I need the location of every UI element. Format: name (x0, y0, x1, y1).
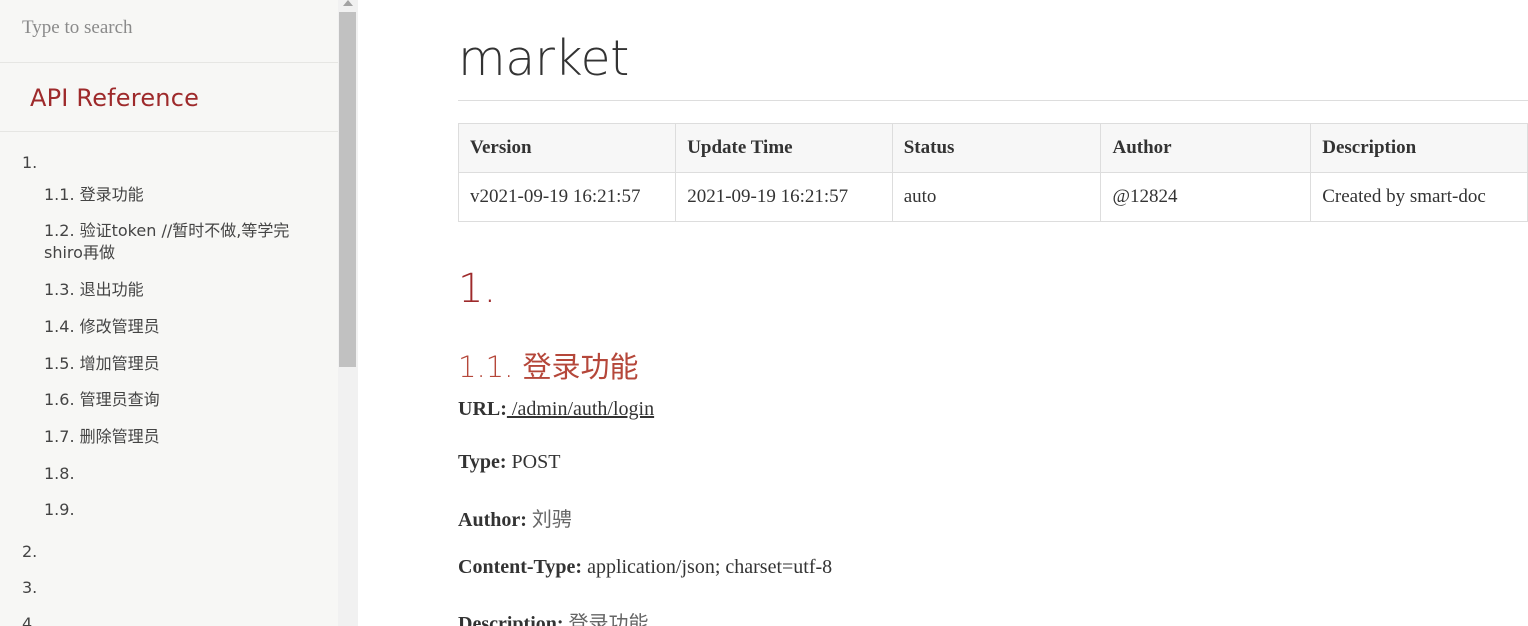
url-link[interactable]: /admin/auth/login (507, 398, 654, 420)
sidebar-scrollbar[interactable] (338, 0, 358, 626)
toc-item-1-8[interactable]: 1.8. (44, 463, 314, 485)
table-cell: Created by smart-doc (1310, 172, 1528, 222)
page-title: market (458, 30, 629, 87)
toc-item-1-1[interactable]: 1.1. 登录功能 (44, 184, 314, 206)
toc-item-1-4[interactable]: 1.4. 修改管理员 (44, 316, 314, 338)
description-label: Description: (458, 613, 564, 626)
table-header-cell: Update Time (675, 123, 893, 173)
title-divider (458, 100, 1528, 101)
table-cell: @12824 (1100, 172, 1312, 222)
toc-item-1-5[interactable]: 1.5. 增加管理员 (44, 353, 314, 375)
sidebar-title[interactable]: API Reference (30, 84, 199, 112)
table-cell: 2021-09-19 16:21:57 (675, 172, 893, 222)
url-label: URL: (458, 398, 507, 420)
table-header-cell: Version (458, 123, 677, 173)
sidebar-divider (0, 131, 338, 132)
toc-item-1-2[interactable]: 1.2. 验证token //暂时不做,等学完shiro再做 (44, 220, 314, 264)
content-type-label: Content-Type: (458, 556, 583, 578)
description-value: 登录功能 (568, 613, 649, 626)
author-label: Author: (458, 509, 527, 531)
content-type-field: Content-Type: application/json; charset=… (458, 556, 832, 579)
main-content: market Version Update Time Status Author… (458, 0, 1528, 626)
type-field: Type: POST (458, 451, 560, 474)
table-header-cell: Author (1100, 123, 1312, 173)
section-heading-1: 1. (458, 266, 497, 312)
section-heading-1-1: 1.1. 登录功能 (458, 350, 639, 384)
toc-item-1-3[interactable]: 1.3. 退出功能 (44, 279, 314, 301)
toc-item-3[interactable]: 3. (22, 577, 37, 599)
table-cell: v2021-09-19 16:21:57 (458, 172, 677, 222)
type-value: POST (511, 451, 561, 473)
sidebar: API Reference 1. 1.1. 登录功能 1.2. 验证token … (0, 0, 338, 626)
toc-item-2[interactable]: 2. (22, 541, 37, 563)
toc-item-1-6[interactable]: 1.6. 管理员查询 (44, 389, 314, 411)
type-label: Type: (458, 451, 507, 473)
table-header-cell: Description (1310, 123, 1528, 173)
scroll-up-arrow-icon[interactable] (338, 0, 358, 12)
search-input[interactable] (22, 14, 322, 42)
version-info-table: Version Update Time Status Author Descri… (458, 123, 1528, 222)
scrollbar-thumb[interactable] (339, 12, 356, 367)
search-box (0, 0, 338, 63)
author-field: Author: 刘骋 (458, 503, 572, 532)
table-row: v2021-09-19 16:21:57 2021-09-19 16:21:57… (458, 172, 1528, 222)
toc-item-1[interactable]: 1. (22, 152, 37, 174)
description-field: Description: 登录功能 (458, 607, 649, 626)
content-type-value: application/json; charset=utf-8 (587, 556, 833, 578)
table-header-cell: Status (891, 123, 1102, 173)
table-cell: auto (891, 172, 1102, 222)
toc-item-4[interactable]: 4. (22, 613, 37, 626)
toc-item-1-9[interactable]: 1.9. (44, 499, 314, 521)
table-header-row: Version Update Time Status Author Descri… (458, 123, 1528, 173)
author-value: 刘骋 (531, 509, 572, 531)
url-field: URL: /admin/auth/login (458, 398, 654, 421)
toc-item-1-7[interactable]: 1.7. 删除管理员 (44, 426, 314, 448)
